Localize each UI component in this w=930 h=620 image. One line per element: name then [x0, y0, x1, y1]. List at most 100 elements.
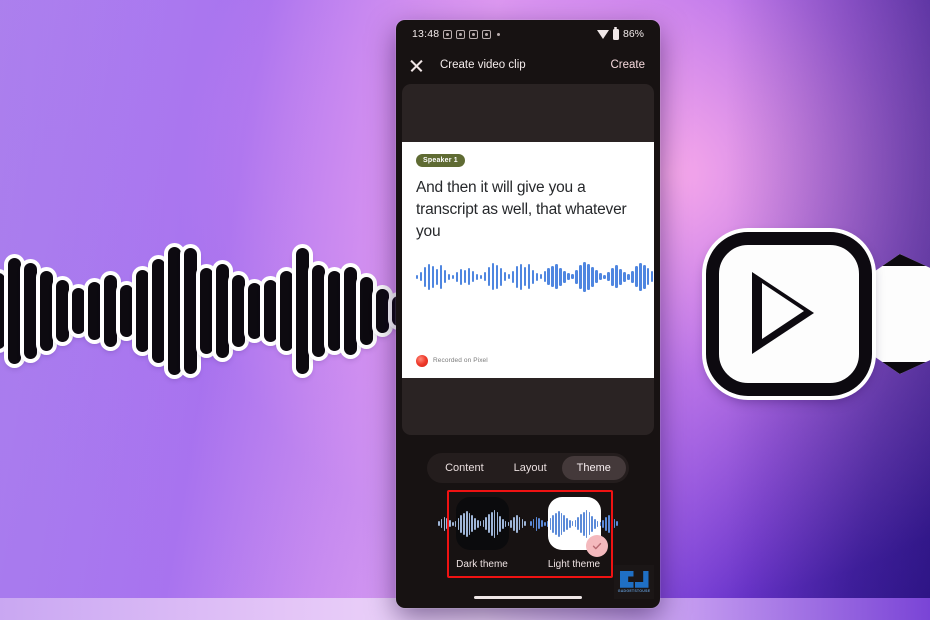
theme-waveform-bar — [580, 514, 582, 533]
theme-waveform-bar — [605, 516, 607, 531]
theme-waveform-bar — [544, 521, 546, 526]
theme-waveform-bar — [549, 517, 552, 530]
clip-waveform-bar — [631, 270, 634, 283]
clip-waveform-bar — [651, 271, 654, 282]
clip-waveform-bar — [507, 274, 511, 279]
theme-thumbnail[interactable] — [530, 497, 618, 557]
waveform-bar — [360, 277, 373, 345]
tab-theme[interactable]: Theme — [561, 456, 626, 480]
theme-waveform-bar — [515, 514, 518, 533]
theme-waveform-bar — [532, 519, 535, 528]
clip-waveform-bar — [503, 272, 507, 281]
clip-waveform-bar — [555, 264, 558, 289]
wifi-icon — [596, 29, 609, 39]
clip-waveform-bar — [607, 272, 610, 281]
clip-waveform-bar — [523, 267, 526, 286]
waveform-bar — [232, 275, 245, 347]
theme-waveform-bar — [482, 520, 485, 527]
audio-waveform-illustration — [0, 236, 421, 386]
theme-waveform-bar — [518, 517, 521, 530]
theme-waveform-bar — [499, 515, 501, 532]
theme-thumbnail[interactable] — [438, 497, 526, 550]
waveform-bar — [136, 270, 149, 352]
theme-waveform-bar — [443, 516, 446, 531]
theme-waveform-bar — [521, 519, 524, 528]
clip-waveform-bar — [639, 262, 642, 291]
watermark-logo-icon — [619, 570, 649, 588]
clip-waveform-bar — [471, 271, 475, 282]
theme-waveform-bar — [504, 520, 507, 527]
theme-waveform-bar — [596, 520, 599, 527]
waveform-bar — [120, 285, 133, 337]
clip-waveform-bar — [431, 265, 435, 288]
theme-waveform-bar — [446, 518, 449, 529]
dot-indicator-icon — [497, 32, 501, 36]
waveform-bar — [40, 271, 53, 351]
recorded-on-label: Recorded on Pixel — [433, 357, 488, 364]
theme-waveform-bar — [594, 518, 596, 529]
clip-waveform-bar — [451, 274, 455, 279]
clip-waveform-bar — [419, 272, 423, 281]
theme-waveform-bar — [569, 519, 571, 528]
waveform-bar — [280, 271, 293, 351]
theme-waveform-bar — [468, 512, 471, 535]
tab-content[interactable]: Content — [430, 456, 499, 480]
create-button[interactable]: Create — [608, 56, 647, 74]
waveform-bar — [8, 258, 21, 364]
home-indicator[interactable] — [474, 595, 582, 599]
theme-thumbnail-waveform — [530, 509, 618, 539]
theme-waveform-bar — [541, 520, 543, 527]
channel-watermark: GADGETSTOUSE — [614, 565, 654, 599]
theme-option-light-theme[interactable]: Light theme — [530, 497, 618, 570]
theme-waveform-bar — [574, 520, 577, 527]
play-triangle-inner-icon — [762, 283, 804, 339]
clip-waveform-bar — [443, 270, 447, 283]
waveform-bar — [168, 247, 181, 375]
waveform-bar — [328, 271, 341, 351]
page-title: Create video clip — [440, 59, 526, 71]
status-bar-left: 13:48 — [412, 28, 501, 40]
clip-waveform-bar — [439, 264, 443, 289]
tab-layout[interactable]: Layout — [499, 456, 562, 480]
clip-waveform-bar — [547, 268, 550, 285]
waveform-bar — [56, 280, 69, 342]
transcript-text: And then it will give you a transcript a… — [416, 178, 627, 240]
clip-waveform-bar — [615, 265, 618, 288]
close-icon[interactable] — [409, 58, 424, 73]
waveform-bar — [24, 263, 37, 359]
waveform-bar — [376, 289, 389, 333]
clip-waveform-bar — [435, 268, 439, 285]
theme-waveform-bar — [493, 509, 496, 538]
theme-waveform-bar — [613, 519, 616, 528]
waveform-bar — [264, 280, 277, 342]
theme-waveform-bar — [449, 520, 451, 527]
theme-waveform-bar — [599, 521, 602, 526]
clip-waveform-bar — [475, 273, 479, 280]
waveform-bar — [184, 248, 197, 374]
clip-waveform-bar — [515, 265, 518, 288]
clip-waveform-bar — [455, 271, 459, 282]
watermark-subtitle: GADGETSTOUSE — [617, 589, 651, 594]
theme-waveform-bar — [610, 517, 613, 530]
theme-waveform-bar — [555, 512, 557, 535]
clip-waveform-bar — [575, 269, 578, 284]
theme-waveform-bar — [474, 517, 476, 530]
waveform-bar — [88, 282, 101, 340]
clip-waveform-bar — [551, 266, 554, 287]
speaker-badge: Speaker 1 — [416, 153, 465, 167]
waveform-bar — [248, 283, 261, 339]
theme-option-dark-theme[interactable]: Dark theme — [438, 497, 526, 570]
clip-waveform-bar — [479, 274, 483, 279]
notification-app-icon — [456, 29, 466, 39]
theme-waveform-bar — [465, 510, 468, 537]
theme-waveform-bar — [602, 519, 604, 528]
clip-waveform-bar — [611, 267, 614, 286]
clip-waveform-bar — [459, 268, 463, 285]
clip-waveform-bar — [487, 267, 491, 286]
check-icon — [585, 535, 608, 557]
theme-waveform-bar — [477, 519, 479, 528]
theme-waveform-bar — [582, 511, 585, 536]
clip-waveform-bar — [531, 269, 534, 284]
clip-waveform-bar — [539, 274, 542, 279]
waveform-bar — [104, 275, 117, 347]
